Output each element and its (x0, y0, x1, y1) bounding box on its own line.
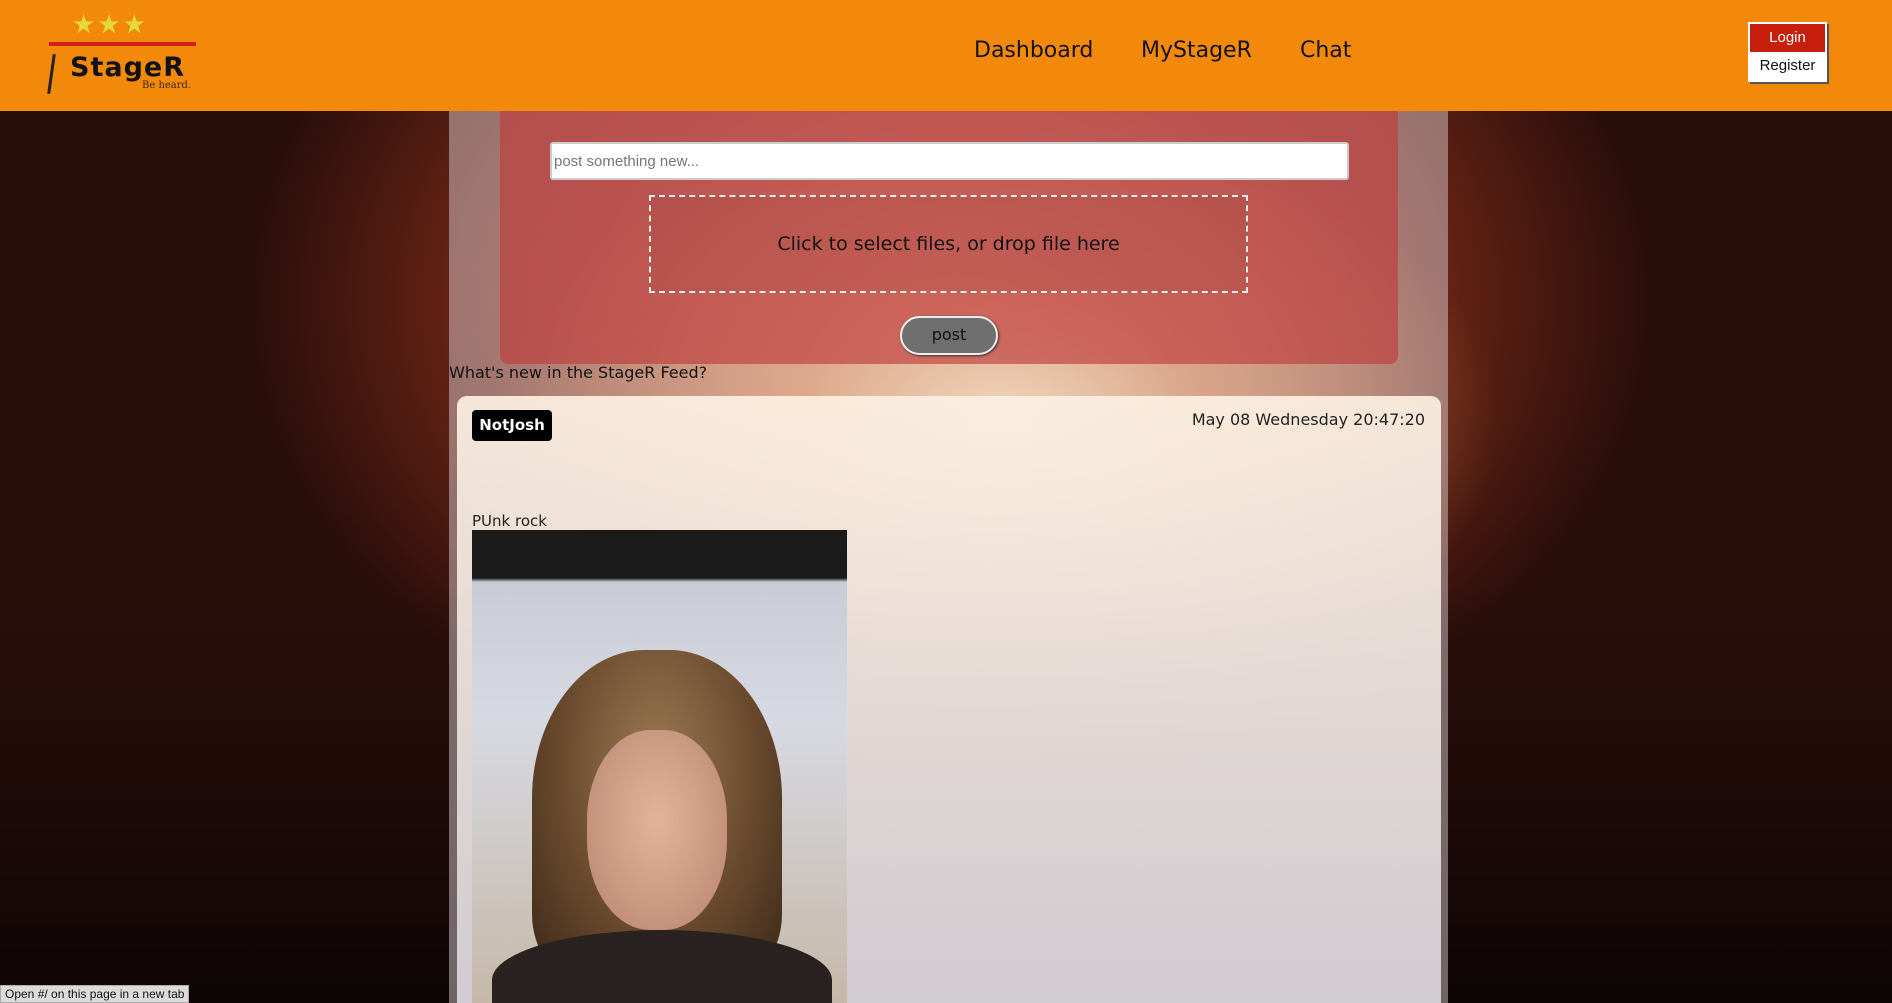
logo-divider (49, 42, 196, 46)
brand-name: StageR (70, 52, 186, 83)
nav-chat[interactable]: Chat (1300, 38, 1351, 63)
register-button[interactable]: Register (1750, 52, 1825, 80)
post-username-badge[interactable]: NotJosh (472, 410, 552, 441)
post-text: PUnk rock (472, 512, 547, 530)
nav-mystager[interactable]: MyStageR (1141, 38, 1252, 63)
login-button[interactable]: Login (1750, 24, 1825, 52)
post-input[interactable] (550, 142, 1349, 180)
auth-box: Login Register (1748, 22, 1827, 82)
dropzone-label: Click to select files, or drop file here (777, 233, 1120, 255)
top-nav: ★★★ StageR Be heard. Dashboard MyStageR … (0, 0, 1892, 111)
tagline: Be heard. (142, 80, 192, 91)
post-timestamp: May 08 Wednesday 20:47:20 (1191, 410, 1425, 429)
file-dropzone[interactable]: Click to select files, or drop file here (649, 195, 1248, 293)
post-image (472, 530, 847, 1003)
status-bar: Open #/ on this page in a new tab (0, 985, 190, 1003)
stars-icon: ★★★ (72, 10, 148, 40)
microphone-icon (47, 53, 56, 95)
post-button[interactable]: post (900, 316, 998, 355)
nav-dashboard[interactable]: Dashboard (974, 38, 1093, 63)
stager-logo[interactable]: ★★★ StageR Be heard. (46, 8, 198, 95)
feed-heading: What's new in the StageR Feed? (449, 363, 708, 382)
